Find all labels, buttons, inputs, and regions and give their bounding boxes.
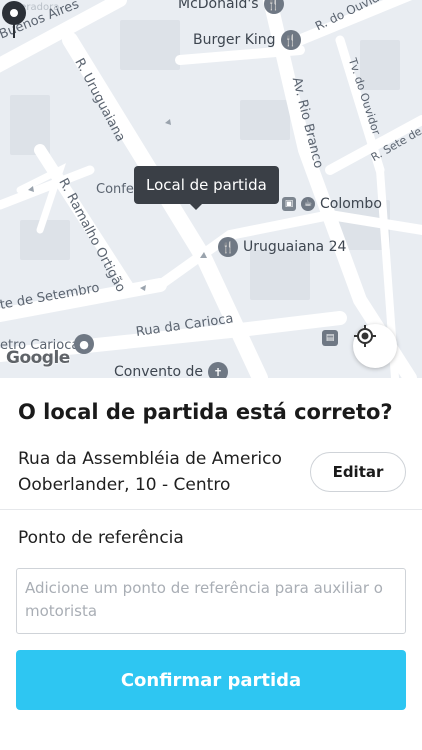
poi-bus[interactable]: ▤ (322, 330, 338, 346)
pickup-tooltip: Local de partida (134, 166, 279, 210)
edit-button[interactable]: Editar (310, 452, 406, 492)
poi-label: Colombo (320, 196, 382, 212)
pickup-confirmation-sheet: O local de partida está correto? Rua da … (0, 378, 422, 750)
poi-uruguaiana-24[interactable]: 🍴 Uruguaiana 24 (218, 237, 346, 257)
pickup-address: Rua da Assembléia de Americo Ooberlander… (18, 449, 282, 495)
metro-icon: ● (74, 334, 94, 354)
poi-label: Burger King (193, 32, 276, 48)
poi-mcdonalds[interactable]: McDonald's 🍴 (178, 0, 284, 14)
restaurant-icon: 🍴 (218, 237, 238, 257)
shop-icon: ▣ (282, 197, 296, 211)
poi-burger-king[interactable]: Burger King 🍴 (193, 30, 301, 50)
restaurant-icon: 🍴 (280, 30, 301, 50)
poi-label: Uruguaiana 24 (243, 239, 347, 255)
street-label: Confe (96, 182, 134, 197)
map-view[interactable]: Operadora Buenos Aires R. Uruguaiana R. … (0, 0, 422, 378)
reference-label: Ponto de referência (18, 528, 184, 548)
church-icon: ✝ (208, 362, 228, 378)
poi-metro-carioca[interactable]: ● (74, 334, 94, 354)
my-location-button[interactable] (353, 324, 397, 368)
restaurant-icon: 🍴 (263, 0, 284, 14)
bus-icon: ▤ (322, 330, 338, 346)
poi-convento[interactable]: Convento de ✝ (114, 362, 228, 378)
pickup-tooltip-label: Local de partida (146, 176, 267, 194)
poi-colombo[interactable]: ▣ ☕ Colombo (282, 196, 382, 212)
confirm-pickup-button[interactable]: Confirmar partida (16, 650, 406, 710)
confirmation-question: O local de partida está correto? (18, 400, 393, 424)
google-logo: Google (6, 348, 70, 368)
divider (0, 509, 422, 510)
pickup-marker-icon[interactable] (0, 0, 28, 40)
cafe-icon: ☕ (301, 197, 315, 211)
poi-label: Convento de (114, 364, 203, 378)
poi-label: McDonald's (178, 0, 259, 12)
crosshair-icon (354, 325, 376, 347)
reference-input[interactable] (16, 568, 406, 634)
